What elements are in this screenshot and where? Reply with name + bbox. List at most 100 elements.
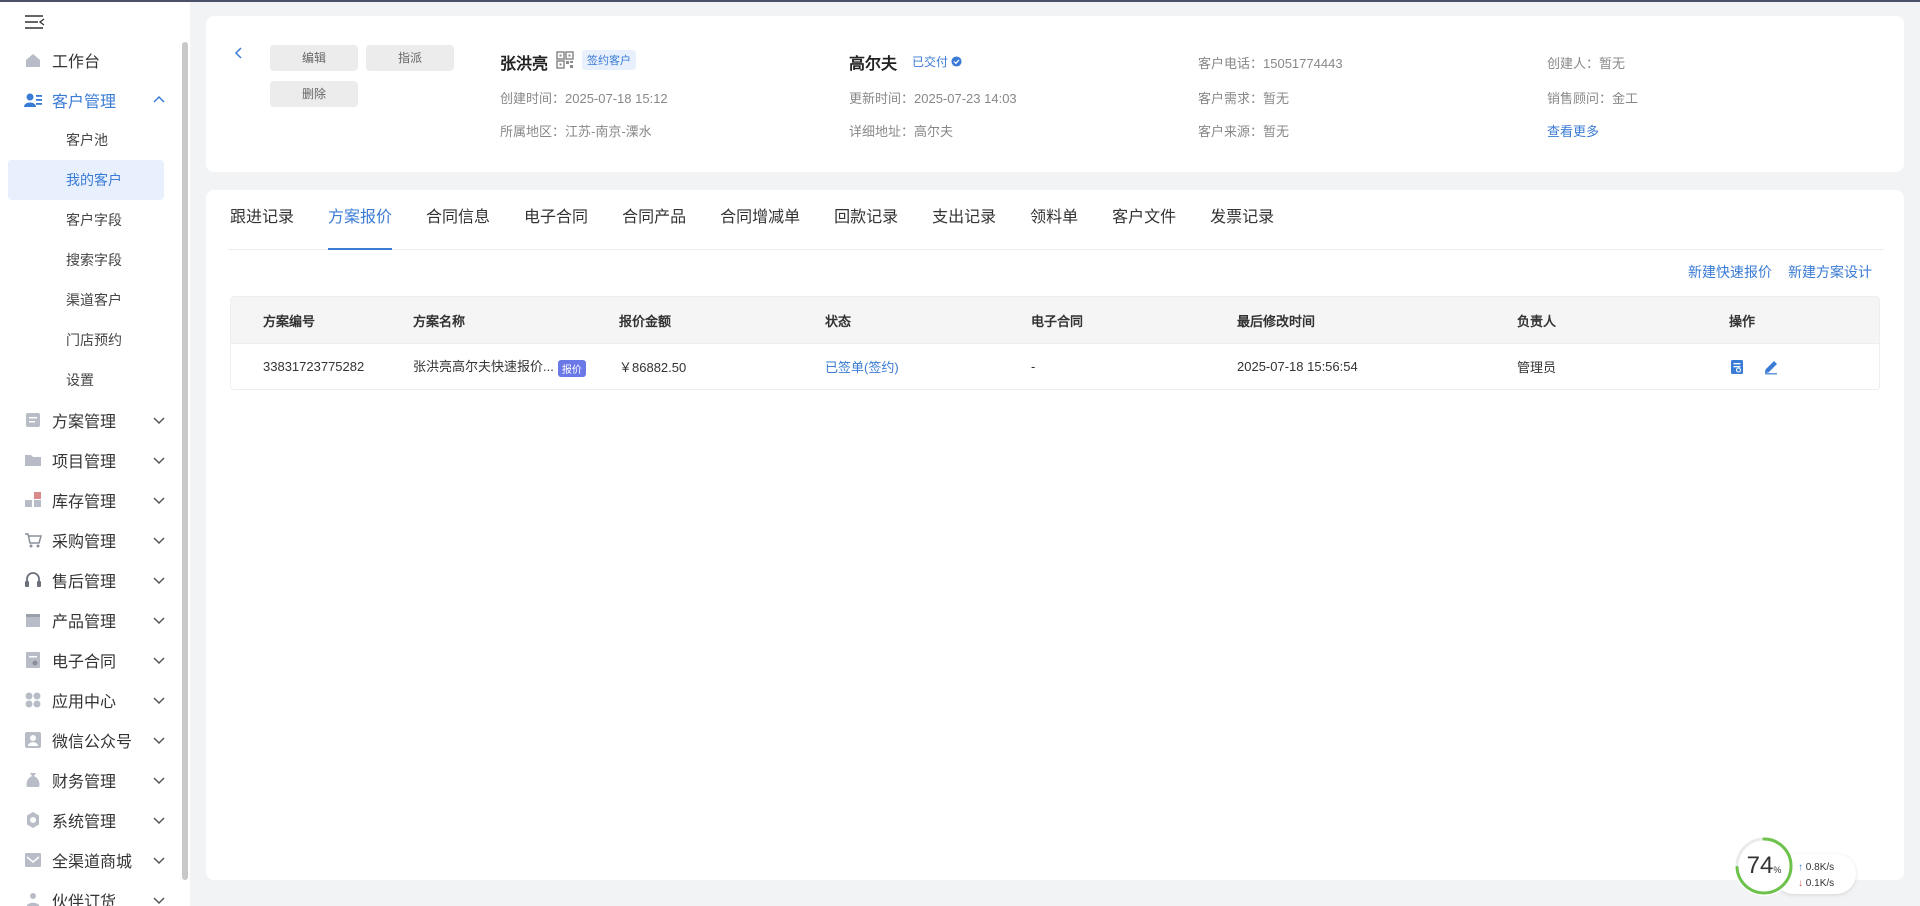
table-row[interactable]: 33831723775282 张洪亮高尔夫快速报价... 报价 ￥86882.50… xyxy=(231,343,1879,389)
sidebar-item-project-management[interactable]: 项目管理 xyxy=(0,440,180,480)
customer-icon xyxy=(24,93,42,107)
apps-icon xyxy=(25,692,41,708)
col-header-actions: 操作 xyxy=(1729,313,1756,329)
box-icon xyxy=(26,614,40,627)
delete-button[interactable]: 删除 xyxy=(270,81,358,107)
edit-button[interactable]: 编辑 xyxy=(270,45,358,71)
address: 详细地址：高尔夫 xyxy=(849,121,953,140)
folder-icon xyxy=(25,455,41,466)
tab-invoices[interactable]: 发票记录 xyxy=(1210,190,1274,250)
sidebar-item-workbench[interactable]: 工作台 xyxy=(0,40,180,80)
sidebar-item-label: 电子合同 xyxy=(52,654,117,671)
sidebar-subitem-customer-fields[interactable]: 客户字段 xyxy=(0,200,180,240)
sidebar-item-partner-order[interactable]: 伙伴订货 xyxy=(0,880,180,906)
created-value: 2025-07-18 15:12 xyxy=(565,91,668,106)
tab-material-requisition[interactable]: 领料单 xyxy=(1030,190,1078,250)
tab-contract-changes[interactable]: 合同增减单 xyxy=(720,190,800,250)
sidebar-item-system[interactable]: 系统管理 xyxy=(0,800,180,840)
gauge: 74% xyxy=(1734,836,1794,896)
inventory-icon xyxy=(25,492,41,507)
tab-e-contract[interactable]: 电子合同 xyxy=(524,190,588,250)
download-value: 0.1 xyxy=(1805,878,1820,889)
sidebar-item-after-sales[interactable]: 售后管理 xyxy=(0,560,180,600)
sidebar-scrollbar[interactable] xyxy=(182,42,188,880)
customer-header-card: 编辑 指派 删除 张洪亮 签约客户 创建时间：2025-07-18 15:12 … xyxy=(206,16,1904,172)
cell-status: 已签单(签约) xyxy=(825,357,1031,376)
tab-bar: 跟进记录 方案报价 合同信息 电子合同 合同产品 合同增减单 回款记录 支出记录… xyxy=(228,190,1884,250)
back-arrow-icon[interactable] xyxy=(232,46,246,60)
chevron-up-icon xyxy=(153,95,165,103)
sidebar-subitem-store-appointments[interactable]: 门店预约 xyxy=(0,320,180,360)
source-label: 客户来源： xyxy=(1198,124,1264,139)
sidebar-item-label: 采购管理 xyxy=(52,534,117,551)
creator: 创建人：暂无 xyxy=(1547,53,1625,72)
sidebar-item-e-contract[interactable]: 电子合同 xyxy=(0,640,180,680)
sidebar-subitem-search-fields[interactable]: 搜索字段 xyxy=(0,240,180,280)
view-document-icon[interactable] xyxy=(1729,359,1745,375)
assign-button[interactable]: 指派 xyxy=(366,45,454,71)
sidebar-item-label: 全渠道商城 xyxy=(52,854,133,871)
plan-name-text[interactable]: 张洪亮高尔夫快速报价... xyxy=(413,359,554,374)
creator-label: 创建人： xyxy=(1547,56,1600,71)
sidebar-subitem-my-customers[interactable]: 我的客户 xyxy=(8,160,164,200)
sidebar-item-finance[interactable]: 财务管理 xyxy=(0,760,180,800)
view-more-link[interactable]: 查看更多 xyxy=(1547,121,1599,140)
download-rate: ↓ 0.1K/s xyxy=(1798,878,1834,889)
document-icon xyxy=(26,413,40,427)
tab-contract-products[interactable]: 合同产品 xyxy=(622,190,686,250)
sidebar-item-label: 系统管理 xyxy=(52,814,117,831)
col-header-amount: 报价金额 xyxy=(619,313,672,329)
demand-label: 客户需求： xyxy=(1198,91,1264,106)
tab-follow-up[interactable]: 跟进记录 xyxy=(230,190,294,250)
sidebar-item-omni-mall[interactable]: 全渠道商城 xyxy=(0,840,180,880)
sidebar-subitem-channel-customers[interactable]: 渠道客户 xyxy=(0,280,180,320)
sidebar-item-inventory-management[interactable]: 库存管理 xyxy=(0,480,180,520)
gauge-percent-unit: % xyxy=(1773,865,1782,875)
tab-contract-info[interactable]: 合同信息 xyxy=(426,190,490,250)
download-unit: K/s xyxy=(1819,878,1835,889)
new-quick-quote-link[interactable]: 新建快速报价 xyxy=(1688,262,1772,282)
sidebar-item-app-center[interactable]: 应用中心 xyxy=(0,680,180,720)
menu-collapse-icon[interactable] xyxy=(24,12,46,32)
demand-value: 暂无 xyxy=(1263,91,1290,106)
tab-customer-files[interactable]: 客户文件 xyxy=(1112,190,1176,250)
sales-consultant: 销售顾问：金工 xyxy=(1547,88,1638,107)
updated-label: 更新时间： xyxy=(849,91,915,106)
network-speed-widget[interactable]: 74% ↑ 0.8K/s ↓ 0.1K/s xyxy=(1734,836,1856,896)
sidebar-item-label: 售后管理 xyxy=(52,574,117,591)
sidebar-subitem-settings[interactable]: 设置 xyxy=(0,360,180,400)
new-plan-design-link[interactable]: 新建方案设计 xyxy=(1788,262,1872,282)
cell-actions xyxy=(1729,358,1879,375)
sidebar-subitem-customer-pool[interactable]: 客户池 xyxy=(0,120,180,160)
tab-payments[interactable]: 回款记录 xyxy=(834,190,898,250)
quote-table: 方案编号 方案名称 报价金额 状态 电子合同 最后修改时间 负责人 操作 338… xyxy=(230,296,1880,390)
source-value: 暂无 xyxy=(1263,124,1290,139)
chevron-down-icon xyxy=(153,497,165,505)
customer-demand: 客户需求：暂无 xyxy=(1198,88,1289,107)
tab-expenses[interactable]: 支出记录 xyxy=(932,190,996,250)
cell-e-contract: - xyxy=(1031,359,1036,374)
sidebar-item-wechat[interactable]: 微信公众号 xyxy=(0,720,180,760)
edit-pencil-icon[interactable] xyxy=(1763,359,1779,375)
qrcode-icon[interactable] xyxy=(556,51,574,69)
sidebar-item-purchase-management[interactable]: 采购管理 xyxy=(0,520,180,560)
sidebar-item-plan-management[interactable]: 方案管理 xyxy=(0,400,180,440)
gear-icon xyxy=(27,812,39,828)
sidebar-item-product-management[interactable]: 产品管理 xyxy=(0,600,180,640)
sidebar: 工作台 客户管理 客户池 我的客户 客户字段 搜索字段 渠道客户 门店预约 设置… xyxy=(0,2,190,906)
chevron-down-icon xyxy=(153,617,165,625)
sidebar-nav: 工作台 客户管理 客户池 我的客户 客户字段 搜索字段 渠道客户 门店预约 设置… xyxy=(0,40,180,906)
chevron-down-icon xyxy=(153,697,165,705)
region: 所属地区：江苏-南京-溧水 xyxy=(500,121,652,140)
status-link[interactable]: 已签单(签约) xyxy=(825,360,899,375)
address-label: 详细地址： xyxy=(849,124,915,139)
sidebar-item-label: 工作台 xyxy=(52,54,101,71)
customer-phone: 客户电话：15051774443 xyxy=(1198,53,1343,72)
sidebar-item-label: 客户管理 xyxy=(52,94,117,111)
gauge-percent: 74 xyxy=(1746,852,1774,879)
sidebar-item-customer-management[interactable]: 客户管理 xyxy=(0,80,180,120)
col-header-plan-id: 方案编号 xyxy=(263,313,316,329)
chevron-down-icon xyxy=(153,577,165,585)
tab-plan-quote[interactable]: 方案报价 xyxy=(328,190,393,250)
chevron-down-icon xyxy=(153,857,165,865)
